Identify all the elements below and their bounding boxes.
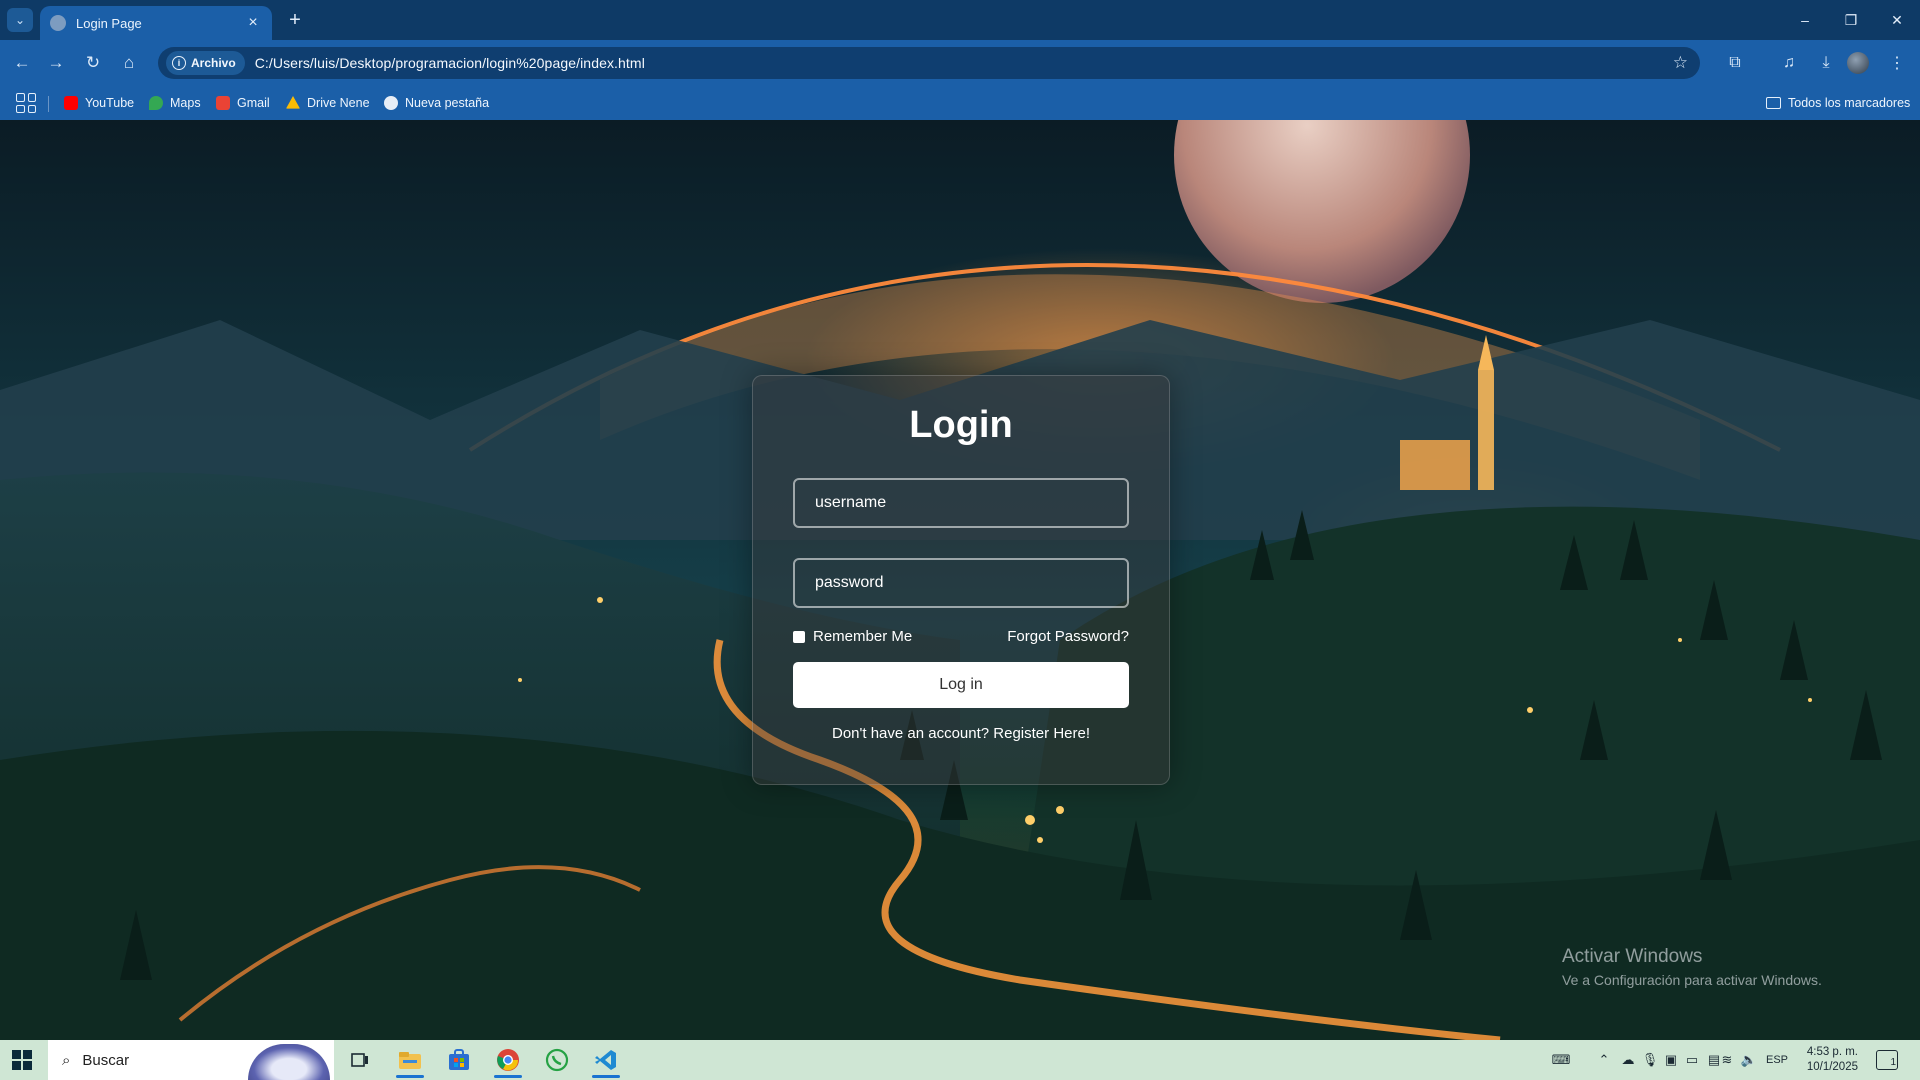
password-field[interactable] xyxy=(793,558,1129,608)
browser-tab[interactable]: Login Page × xyxy=(40,6,272,40)
forgot-password-link[interactable]: Forgot Password? xyxy=(1007,628,1129,645)
file-explorer-icon[interactable] xyxy=(388,1040,432,1080)
maps-icon xyxy=(149,96,163,110)
remember-me-checkbox[interactable] xyxy=(793,630,805,643)
downloads-icon[interactable]: ⤓ xyxy=(1810,48,1842,78)
bookmark-label: Gmail xyxy=(237,96,270,110)
login-title: Login xyxy=(909,404,1013,446)
close-window-button[interactable]: ✕ xyxy=(1874,0,1920,40)
device-icon[interactable]: ▣ xyxy=(1662,1040,1680,1080)
drive-icon xyxy=(286,96,300,109)
bookmark-maps[interactable]: Maps xyxy=(145,91,205,115)
tab-close-icon[interactable]: × xyxy=(244,14,262,32)
menu-icon[interactable]: ⋮ xyxy=(1881,48,1913,78)
tray-chevron-up-icon[interactable]: ⌃ xyxy=(1594,1040,1614,1080)
home-button[interactable]: ⌂ xyxy=(113,48,145,78)
profile-avatar[interactable] xyxy=(1847,52,1869,74)
apps-grid-icon[interactable] xyxy=(16,93,36,113)
bookmark-new-tab[interactable]: Nueva pestaña xyxy=(380,91,493,115)
notification-count: 1 xyxy=(1890,1057,1896,1068)
language-indicator[interactable]: ESP xyxy=(1762,1040,1792,1080)
keyboard-icon[interactable]: ⌨ xyxy=(1546,1040,1576,1080)
url-text[interactable]: C:/Users/luis/Desktop/programacion/login… xyxy=(255,55,645,71)
bookmark-youtube[interactable]: YouTube xyxy=(60,91,138,115)
page-viewport: Login Remember Me Forgot Password? Log i… xyxy=(0,120,1920,1040)
wifi-icon[interactable]: ≋ xyxy=(1717,1040,1737,1080)
tab-favicon-icon xyxy=(50,15,66,31)
bookmark-star-icon[interactable]: ☆ xyxy=(1673,53,1688,73)
reload-button[interactable]: ↻ xyxy=(77,48,109,78)
youtube-icon xyxy=(64,96,78,110)
minimize-button[interactable]: – xyxy=(1782,0,1828,40)
search-label: Buscar xyxy=(82,1051,130,1069)
display-icon[interactable]: ▭ xyxy=(1683,1040,1701,1080)
back-button[interactable]: ← xyxy=(6,48,38,78)
start-button[interactable] xyxy=(12,1050,32,1070)
all-bookmarks-label: Todos los marcadores xyxy=(1788,96,1911,110)
address-bar[interactable]: i Archivo C:/Users/luis/Desktop/programa… xyxy=(158,47,1700,79)
vscode-icon[interactable] xyxy=(584,1040,628,1080)
bookmark-gmail[interactable]: Gmail xyxy=(212,91,274,115)
watermark-subtitle: Ve a Configuración para activar Windows. xyxy=(1562,972,1822,988)
notification-center-icon[interactable]: 1 xyxy=(1876,1050,1898,1070)
remember-me[interactable]: Remember Me xyxy=(793,628,912,645)
castle-tower xyxy=(1478,370,1494,490)
microphone-icon[interactable]: 🎙 xyxy=(1641,1040,1659,1080)
task-view-icon[interactable] xyxy=(338,1040,382,1080)
castle-body xyxy=(1400,440,1470,490)
info-icon: i xyxy=(172,56,186,70)
bookmark-label: Drive Nene xyxy=(307,96,370,110)
browser-toolbar: ← → ↻ ⌂ i Archivo C:/Users/luis/Desktop/… xyxy=(0,40,1920,86)
tab-title: Login Page xyxy=(76,15,142,31)
whatsapp-icon[interactable] xyxy=(535,1040,579,1080)
bookmarks-separator xyxy=(48,96,49,112)
taskbar-search[interactable]: ⌕ Buscar xyxy=(48,1040,334,1080)
extensions-icon[interactable]: ⧉ xyxy=(1719,48,1751,78)
folder-icon xyxy=(1766,97,1781,109)
site-info-chip[interactable]: i Archivo xyxy=(166,51,245,75)
new-tab-button[interactable]: + xyxy=(282,8,308,32)
clock-date: 10/1/2025 xyxy=(1806,1061,1858,1073)
moon-shape xyxy=(1174,120,1470,303)
onedrive-icon[interactable]: ☁ xyxy=(1618,1040,1638,1080)
register-link[interactable]: Don't have an account? Register Here! xyxy=(753,725,1169,742)
all-bookmarks-button[interactable]: Todos los marcadores xyxy=(1762,91,1914,115)
remember-me-label: Remember Me xyxy=(813,628,913,645)
login-button[interactable]: Log in xyxy=(793,662,1129,708)
tab-search-button[interactable]: ⌄ xyxy=(7,8,33,32)
watermark-title: Activar Windows xyxy=(1562,946,1703,967)
chrome-icon[interactable] xyxy=(486,1040,530,1080)
clock-time: 4:53 p. m. xyxy=(1806,1046,1858,1058)
media-controls-icon[interactable]: ♫ xyxy=(1773,48,1805,78)
volume-icon[interactable]: 🔈 xyxy=(1739,1040,1759,1080)
globe-icon xyxy=(384,96,398,110)
bookmark-label: YouTube xyxy=(85,96,135,110)
tab-strip: ⌄ Login Page × + – ❐ ✕ xyxy=(0,0,1920,40)
gmail-icon xyxy=(216,96,230,110)
bookmark-label: Nueva pestaña xyxy=(405,96,490,110)
microsoft-store-icon[interactable] xyxy=(437,1040,481,1080)
site-info-label: Archivo xyxy=(191,56,236,70)
bookmarks-bar: YouTube Maps Gmail Drive Nene Nueva pest… xyxy=(0,86,1920,120)
search-highlight-image xyxy=(248,1044,330,1080)
username-field[interactable] xyxy=(793,478,1129,528)
forward-button[interactable]: → xyxy=(40,48,72,78)
windows-taskbar: ⌕ Buscar ⌨ ⌃ ☁ 🎙 ▣ ▭ ▤ ≋ 🔈 ESP 4:53 p. m… xyxy=(0,1040,1920,1080)
login-card: Login Remember Me Forgot Password? Log i… xyxy=(752,375,1170,785)
activate-windows-watermark: Activar Windows Ve a Configuración para … xyxy=(1562,946,1822,988)
bookmark-drive[interactable]: Drive Nene xyxy=(282,91,374,115)
restore-button[interactable]: ❐ xyxy=(1828,0,1874,40)
search-icon: ⌕ xyxy=(62,1051,71,1069)
clock[interactable]: 4:53 p. m. 10/1/2025 xyxy=(1800,1045,1858,1075)
bookmark-label: Maps xyxy=(170,96,201,110)
